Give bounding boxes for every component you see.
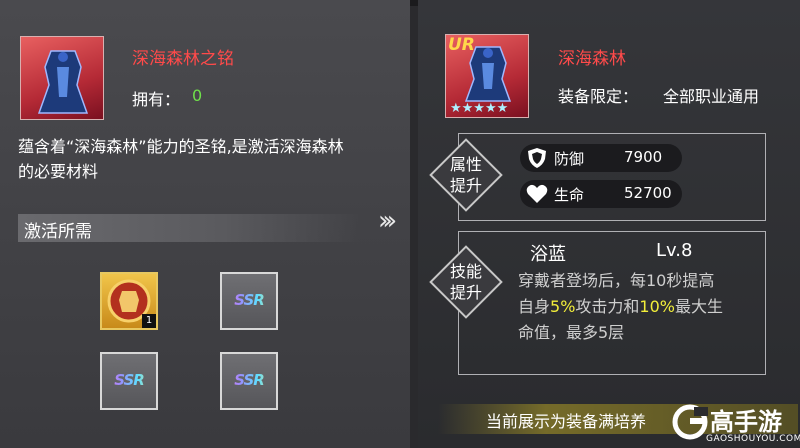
- requirements-header: 激活所需: [18, 214, 360, 242]
- brand-url: GAOSHOUYOU.COM: [706, 434, 800, 444]
- activation-arrows: ›››: [378, 206, 397, 236]
- item-description: 蕴含着“深海森林”能力的圣铭,是激活深海森林的必要材料: [18, 137, 344, 181]
- brand-name: 高手游: [710, 408, 782, 436]
- stat-name: 防御: [554, 150, 585, 168]
- rarity-badge: UR: [448, 35, 475, 55]
- requirements-title: 激活所需: [24, 222, 92, 242]
- ssr-label: SSR: [222, 291, 276, 309]
- footer-note: 当前展示为装备满培养: [486, 412, 647, 431]
- watermark: 高手游 GAOSHOUYOU.COM: [672, 402, 800, 448]
- skill-name: 浴蓝: [530, 244, 566, 265]
- stat-value: 52700: [624, 184, 672, 202]
- armor-icon: [37, 50, 89, 114]
- brand-logo-icon: [672, 404, 708, 440]
- stat-row-defense: 防御 7900: [520, 144, 682, 172]
- emblem-portrait: [20, 36, 104, 120]
- material-slot-ssr[interactable]: SSR: [100, 352, 158, 410]
- attribute-badge-label: 属性 提升: [449, 155, 482, 195]
- heart-icon: [526, 184, 548, 203]
- material-slot-ssr[interactable]: SSR: [220, 352, 278, 410]
- skill-level: Lv.8: [656, 240, 693, 261]
- material-slot-emblem[interactable]: 1: [100, 272, 158, 330]
- ssr-label: SSR: [222, 371, 276, 389]
- material-count: 1: [142, 314, 156, 328]
- stat-name: 生命: [554, 186, 585, 204]
- item-name: 深海森林之铭: [132, 49, 234, 69]
- ssr-label: SSR: [102, 371, 156, 389]
- skill-description: 穿戴者登场后，每10秒提高 自身5%攻击力和10%最大生 命值，最多5层: [518, 271, 723, 342]
- skill-badge-label: 技能 提升: [449, 262, 482, 302]
- limit-value: 全部职业通用: [663, 87, 760, 106]
- own-label: 拥有：: [132, 90, 181, 109]
- stat-value: 7900: [624, 148, 663, 166]
- own-count: 0: [192, 86, 203, 105]
- item-detail-panel: 深海森林之铭 拥有： 0 蕴含着“深海森林”能力的圣铭,是激活深海森林的必要材料…: [0, 0, 410, 448]
- equipment-portrait: UR ★★★★★: [445, 34, 529, 118]
- material-slot-ssr[interactable]: SSR: [220, 272, 278, 330]
- limit-label: 装备限定：: [558, 87, 639, 106]
- star-rating: ★★★★★: [450, 101, 509, 116]
- equipment-name: 深海森林: [558, 49, 626, 69]
- shield-icon: [528, 148, 546, 168]
- equipment-panel: UR ★★★★★ 深海森林 装备限定： 全部职业通用 属性 提升 防御 7900 …: [418, 0, 800, 448]
- stat-row-hp: 生命 52700: [520, 180, 682, 208]
